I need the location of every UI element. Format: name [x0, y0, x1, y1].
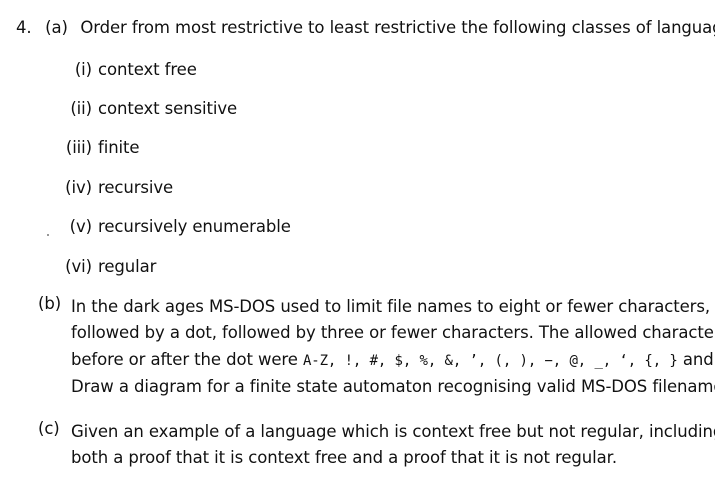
part-b-and: and — [682, 349, 714, 369]
list-item: (v) recursively enumerable — [52, 217, 291, 236]
part-c-line: both a proof that it is context free and… — [71, 448, 617, 468]
part-a-prompt: Order from most restrictive to least res… — [80, 18, 715, 37]
item-text: regular — [98, 257, 157, 276]
question-number: 4. — [16, 18, 32, 37]
item-label: (iii) — [65, 138, 92, 157]
item-label: (i) — [74, 60, 92, 79]
part-b-line-3: before or after the dot were A-Z, !, #, … — [71, 347, 714, 374]
part-c-text: Given an example of a language which is … — [71, 419, 715, 472]
stray-mark — [47, 234, 49, 236]
part-a-label: (a) — [45, 18, 68, 37]
list-item: (ii) context sensitive — [52, 99, 237, 118]
part-b-line: followed by a dot, followed by three or … — [71, 323, 715, 343]
item-label: (iv) — [65, 178, 92, 197]
list-item: (iii) finite — [52, 138, 140, 157]
item-label: (vi) — [65, 257, 92, 276]
list-item: (i) context free — [52, 60, 197, 79]
exam-question: 4. (a) Order from most restrictive to le… — [0, 0, 715, 491]
part-b-label: (b) — [38, 294, 62, 313]
item-label: (ii) — [70, 99, 92, 118]
item-text: finite — [98, 138, 140, 157]
part-b-text: In the dark ages MS-DOS used to limit fi… — [71, 294, 715, 400]
item-text: recursively enumerable — [98, 217, 291, 236]
item-text: context free — [98, 60, 197, 79]
part-b-line: Draw a diagram for a finite state automa… — [71, 376, 715, 396]
allowed-characters: A-Z, !, #, $, %, &, ’, (, ), −, @, _, ‘,… — [302, 352, 678, 369]
part-b: (b) In the dark ages MS-DOS used to limi… — [38, 294, 715, 404]
list-item: (vi) regular — [52, 257, 156, 276]
item-label: (v) — [69, 217, 92, 236]
part-c: (c) Given an example of a language which… — [38, 419, 715, 477]
part-b-line: In the dark ages MS-DOS used to limit fi… — [71, 297, 710, 316]
part-c-line: Given an example of a language which is … — [71, 422, 715, 441]
part-c-label: (c) — [38, 419, 60, 438]
item-text: recursive — [98, 178, 174, 197]
question-4-header: 4. (a) Order from most restrictive to le… — [16, 18, 715, 37]
list-item: (iv) recursive — [52, 178, 173, 197]
part-b-line3-prefix: before or after the dot were — [71, 349, 298, 369]
item-text: context sensitive — [98, 99, 238, 118]
